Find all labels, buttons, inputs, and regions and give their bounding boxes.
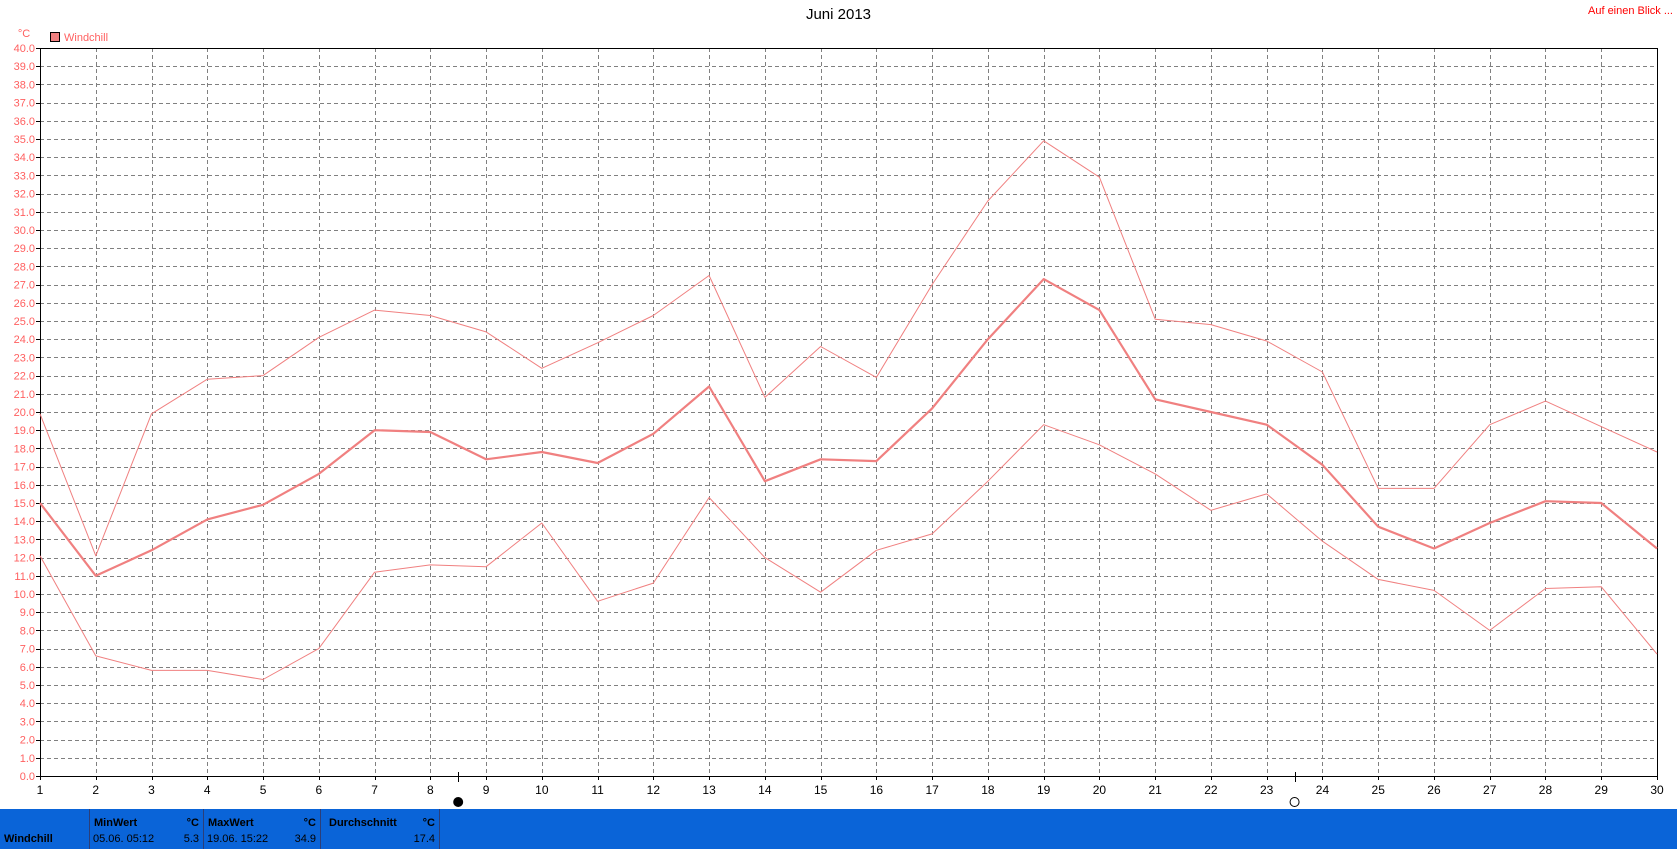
x-tick-label: 27 [1483, 783, 1497, 797]
y-tick-label: 2.0 [20, 735, 35, 747]
x-tick-label: 20 [1093, 783, 1107, 797]
x-tick-label: 2 [92, 783, 99, 797]
y-tick-label: 6.0 [20, 662, 35, 674]
footer-max-label: MaxWert [208, 817, 254, 829]
y-tick-label: 38.0 [14, 79, 35, 91]
x-tick-label: 4 [204, 783, 211, 797]
y-tick-label: 8.0 [20, 625, 35, 637]
x-tick-label: 5 [260, 783, 267, 797]
y-tick-label: 3.0 [20, 716, 35, 728]
y-axis-unit: °C [18, 28, 30, 40]
y-tick-label: 1.0 [20, 753, 35, 765]
y-tick-label: 34.0 [14, 152, 35, 164]
x-tick-label: 19 [1037, 783, 1051, 797]
y-tick-label: 4.0 [20, 698, 35, 710]
y-tick-label: 7.0 [20, 644, 35, 656]
footer-max-date: 19.06. 15:22 [207, 833, 269, 845]
x-tick-label: 7 [371, 783, 378, 797]
series-line-avg [39, 278, 1658, 577]
x-tick-label: 16 [870, 783, 884, 797]
full-moon-icon [453, 797, 464, 807]
y-tick-label: 36.0 [14, 116, 35, 128]
x-tick-label: 29 [1595, 783, 1609, 797]
x-tick-label: 25 [1372, 783, 1386, 797]
x-tick-label: 12 [647, 783, 661, 797]
y-tick-label: 10.0 [14, 589, 35, 601]
x-tick-label: 10 [535, 783, 549, 797]
y-tick-label: 37.0 [14, 98, 35, 110]
y-tick-label: 17.0 [14, 462, 35, 474]
x-tick-label: 18 [981, 783, 995, 797]
x-tick-label: 14 [758, 783, 772, 797]
y-tick-label: 25.0 [14, 316, 35, 328]
footer-series-label: Windchill [4, 833, 53, 845]
y-tick-label: 18.0 [14, 443, 35, 455]
y-tick-label: 31.0 [14, 207, 35, 219]
y-tick-label: 14.0 [14, 516, 35, 528]
y-tick-label: 28.0 [14, 261, 35, 273]
y-tick-label: 24.0 [14, 334, 35, 346]
y-tick-label: 0.0 [20, 771, 35, 783]
y-tick-label: 27.0 [14, 280, 35, 292]
footer-avg-label: Durchschnitt [329, 817, 397, 829]
footer-avg-cell: Durchschnitt °C 17.4 [321, 809, 439, 849]
footer-min-date: 05.06. 05:12 [93, 833, 155, 845]
y-tick-label: 19.0 [14, 425, 35, 437]
legend-swatch [50, 32, 60, 42]
y-tick-label: 11.0 [14, 571, 35, 583]
y-tick-label: 35.0 [14, 134, 35, 146]
series-line-min [39, 424, 1658, 680]
y-tick-label: 29.0 [14, 243, 35, 255]
x-tick-label: 8 [427, 783, 434, 797]
y-tick-label: 9.0 [20, 607, 35, 619]
new-moon-icon [1289, 797, 1300, 807]
x-tick-label: 9 [483, 783, 490, 797]
x-tick-label: 6 [315, 783, 322, 797]
chart-canvas: 0.01.02.03.04.05.06.07.08.09.010.011.012… [14, 28, 1664, 807]
y-tick-label: 30.0 [14, 225, 35, 237]
x-tick-label: 1 [37, 783, 44, 797]
footer-max-cell: MaxWert °C 19.06. 15:22 34.9 [204, 809, 320, 849]
footer-min-value: 5.3 [183, 833, 199, 845]
x-tick-label: 30 [1650, 783, 1664, 797]
y-tick-label: 15.0 [14, 498, 35, 510]
y-tick-label: 40.0 [14, 43, 35, 55]
footer-max-unit: °C [303, 817, 316, 829]
y-tick-label: 33.0 [14, 170, 35, 182]
y-tick-label: 39.0 [14, 61, 35, 73]
y-tick-label: 22.0 [14, 371, 35, 383]
chart-title: Juni 2013 [805, 6, 872, 23]
overview-link[interactable]: Auf einen Blick ... [1588, 5, 1673, 17]
legend-label: Windchill [64, 32, 108, 44]
footer-min-label: MinWert [94, 817, 138, 829]
x-tick-label: 28 [1539, 783, 1553, 797]
y-tick-label: 13.0 [14, 534, 35, 546]
x-tick-label: 11 [591, 783, 604, 797]
x-tick-label: 17 [925, 783, 939, 797]
footer-series-cell: Windchill [0, 809, 89, 849]
x-tick-label: 15 [814, 783, 828, 797]
footer-divider [439, 809, 440, 849]
x-tick-label: 3 [148, 783, 155, 797]
y-tick-label: 16.0 [14, 480, 35, 492]
y-tick-label: 32.0 [14, 189, 35, 201]
y-tick-label: 5.0 [20, 680, 35, 692]
y-tick-label: 23.0 [14, 352, 35, 364]
summary-footer: Windchill MinWert °C 05.06. 05:12 5.3 Ma… [0, 809, 1677, 849]
x-tick-label: 26 [1427, 783, 1441, 797]
x-tick-label: 13 [702, 783, 716, 797]
footer-avg-value: 17.4 [413, 833, 435, 845]
y-tick-label: 26.0 [14, 298, 35, 310]
x-tick-label: 22 [1204, 783, 1218, 797]
footer-min-unit: °C [186, 817, 199, 829]
y-tick-label: 20.0 [14, 407, 35, 419]
x-tick-label: 21 [1148, 783, 1162, 797]
footer-max-value: 34.9 [294, 833, 316, 845]
y-tick-label: 21.0 [14, 389, 35, 401]
x-tick-label: 23 [1260, 783, 1274, 797]
footer-min-cell: MinWert °C 05.06. 05:12 5.3 [90, 809, 203, 849]
x-tick-label: 24 [1316, 783, 1330, 797]
footer-avg-unit: °C [422, 817, 435, 829]
y-tick-label: 12.0 [14, 553, 35, 565]
